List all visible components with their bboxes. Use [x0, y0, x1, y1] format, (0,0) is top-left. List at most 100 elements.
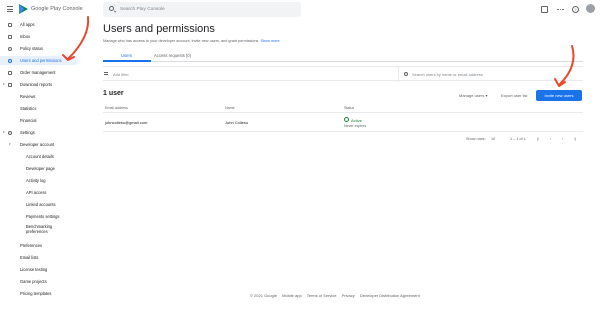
- manage-users-dropdown[interactable]: Manage users ▾: [459, 93, 488, 98]
- sidebar-item-reviews[interactable]: Reviews: [0, 92, 78, 101]
- sidebar-item-label: Inbox: [20, 34, 31, 39]
- sidebar-item-financial[interactable]: Financial: [0, 116, 78, 125]
- inbox-icon: [8, 34, 12, 39]
- feedback-icon[interactable]: [541, 6, 548, 13]
- prev-page-icon[interactable]: ‹: [550, 137, 551, 141]
- sidebar-item-pricing-templates[interactable]: Pricing templates: [0, 289, 78, 298]
- sidebar-item-label: Download reports: [20, 82, 53, 87]
- sidebar-item-linked-accounts[interactable]: Linked accounts: [0, 200, 78, 209]
- sidebar-item-developer-account[interactable]: ▾ Developer account: [0, 140, 78, 149]
- next-page-icon[interactable]: ›: [562, 137, 563, 141]
- add-filter-button[interactable]: Add filter: [113, 72, 129, 77]
- table-row[interactable]: johncolleso@gmail.com John Colleso Activ…: [103, 114, 583, 132]
- filter-icon[interactable]: [104, 72, 108, 75]
- policy-icon: [8, 46, 12, 51]
- user-name: John Colleso: [225, 120, 249, 125]
- user-search-placeholder: Search users by name or email address: [412, 71, 483, 77]
- sidebar-item-label: Linked accounts: [26, 202, 56, 207]
- pagination-range: 1 – 1 of 1: [510, 137, 526, 141]
- sidebar-item-api-access[interactable]: API access: [0, 188, 78, 197]
- last-page-icon[interactable]: ›|: [574, 137, 576, 141]
- status-detail: Never expires: [344, 124, 367, 128]
- footer-link-dda[interactable]: Developer Distribution Agreement: [360, 293, 420, 298]
- sidebar-item-label: Developer account: [20, 142, 55, 147]
- page-subtitle: Manage who has access to your developer …: [103, 39, 280, 43]
- footer-link-terms[interactable]: Terms of Service: [307, 293, 337, 298]
- sidebar-item-statistics[interactable]: Statistics: [0, 104, 78, 113]
- manage-users-label: Manage users: [459, 93, 485, 98]
- page-title: Users and permissions: [103, 23, 215, 35]
- sidebar-item-label: Payments settings: [26, 214, 60, 219]
- user-count: 1 user: [103, 90, 124, 97]
- annotation-arrow-invite: [554, 45, 575, 87]
- sidebar-item-account-details[interactable]: Account details: [0, 152, 78, 161]
- column-header-name[interactable]: Name: [225, 106, 235, 110]
- first-page-icon[interactable]: |‹: [537, 137, 539, 141]
- sidebar-item-label: Settings: [20, 130, 35, 135]
- annotation-arrow-sidebar: [62, 16, 90, 61]
- chevron-down-icon: ▾: [485, 93, 488, 98]
- user-email: johncolleso@gmail.com: [105, 120, 148, 125]
- menu-icon[interactable]: [7, 6, 13, 12]
- global-search[interactable]: Search Play Console: [103, 2, 301, 17]
- brand-name: Google Play Console: [31, 6, 83, 12]
- sidebar-item-email-lists[interactable]: Email lists: [0, 253, 78, 262]
- sidebar-item-settings[interactable]: ▾ Settings: [0, 128, 78, 137]
- invite-new-users-button[interactable]: Invite new users: [536, 90, 582, 101]
- sidebar-item-label: Activity log: [26, 178, 46, 183]
- sidebar-item-preferences[interactable]: Preferences: [0, 241, 78, 250]
- help-icon[interactable]: ?: [572, 6, 579, 13]
- avatar[interactable]: [586, 4, 595, 13]
- tab-access-requests[interactable]: Access requests (0): [154, 53, 191, 58]
- chevron-down-icon: ▾: [3, 130, 5, 134]
- sidebar-item-label: Users and permissions: [20, 58, 62, 63]
- sidebar-item-label: Developer page: [26, 166, 55, 171]
- sidebar-item-benchmarking-preferences[interactable]: Benchmarking preferences: [0, 223, 78, 237]
- sidebar-item-label: Reviews: [20, 94, 36, 99]
- rows-per-page-label: Show rows:: [466, 137, 486, 141]
- users-icon: [8, 58, 12, 63]
- download-icon: [8, 82, 12, 87]
- chevron-down-icon: ▾: [9, 142, 11, 146]
- search-icon: [404, 72, 408, 76]
- tab-users[interactable]: Users: [121, 53, 132, 58]
- sidebar-item-download-reports[interactable]: ▾ Download reports: [0, 80, 78, 89]
- show-more-link[interactable]: Show more: [260, 39, 279, 43]
- chevron-down-icon: ▾: [3, 82, 5, 86]
- sidebar-item-activity-log[interactable]: Activity log: [0, 176, 78, 185]
- subtitle-text: Manage who has access to your developer …: [103, 39, 260, 43]
- search-placeholder: Search Play Console: [120, 7, 165, 12]
- sidebar-item-license-testing[interactable]: License testing: [0, 265, 78, 274]
- footer-copyright: © 2021 Google: [250, 293, 277, 298]
- sidebar-item-label: Benchmarking preferences: [26, 224, 53, 234]
- sidebar-item-order-management[interactable]: Order management: [0, 68, 78, 77]
- column-header-status[interactable]: Status: [344, 106, 354, 110]
- sidebar-item-developer-page[interactable]: Developer page: [0, 164, 78, 173]
- tab-bar: Users Access requests (0): [103, 51, 583, 62]
- apps-grid-icon[interactable]: [557, 6, 564, 13]
- sidebar-item-payments-settings[interactable]: Payments settings: [0, 212, 78, 221]
- search-icon: [109, 6, 114, 11]
- footer-link-mobile-app[interactable]: Mobile app: [282, 293, 302, 298]
- sidebar-item-label: Pricing templates: [20, 291, 52, 296]
- footer: © 2021 Google Mobile app Terms of Servic…: [250, 293, 424, 298]
- footer-link-privacy[interactable]: Privacy: [342, 293, 355, 298]
- sidebar-item-label: License testing: [20, 267, 48, 272]
- sidebar-item-game-projects[interactable]: Game projects: [0, 277, 78, 286]
- rows-per-page-select[interactable]: 10: [491, 137, 495, 141]
- active-tab-indicator: [103, 60, 151, 62]
- sidebar-item-label: API access: [26, 190, 47, 195]
- filter-bar: Add filter Search users by name or email…: [103, 66, 583, 82]
- apps-icon: [8, 22, 12, 27]
- export-user-list-button[interactable]: Export user list: [501, 93, 527, 98]
- column-header-email[interactable]: Email address: [105, 106, 128, 110]
- sidebar-item-label: Email lists: [20, 255, 39, 260]
- play-console-logo: [19, 4, 28, 14]
- table-header: Email address Name Status: [103, 104, 583, 113]
- sidebar-item-label: Account details: [26, 154, 54, 159]
- sidebar-item-label: Financial: [20, 118, 37, 123]
- sidebar-item-label: Statistics: [20, 106, 37, 111]
- sidebar-item-label: Order management: [20, 70, 56, 75]
- orders-icon: [8, 70, 12, 75]
- sidebar-item-label: Policy status: [20, 46, 43, 51]
